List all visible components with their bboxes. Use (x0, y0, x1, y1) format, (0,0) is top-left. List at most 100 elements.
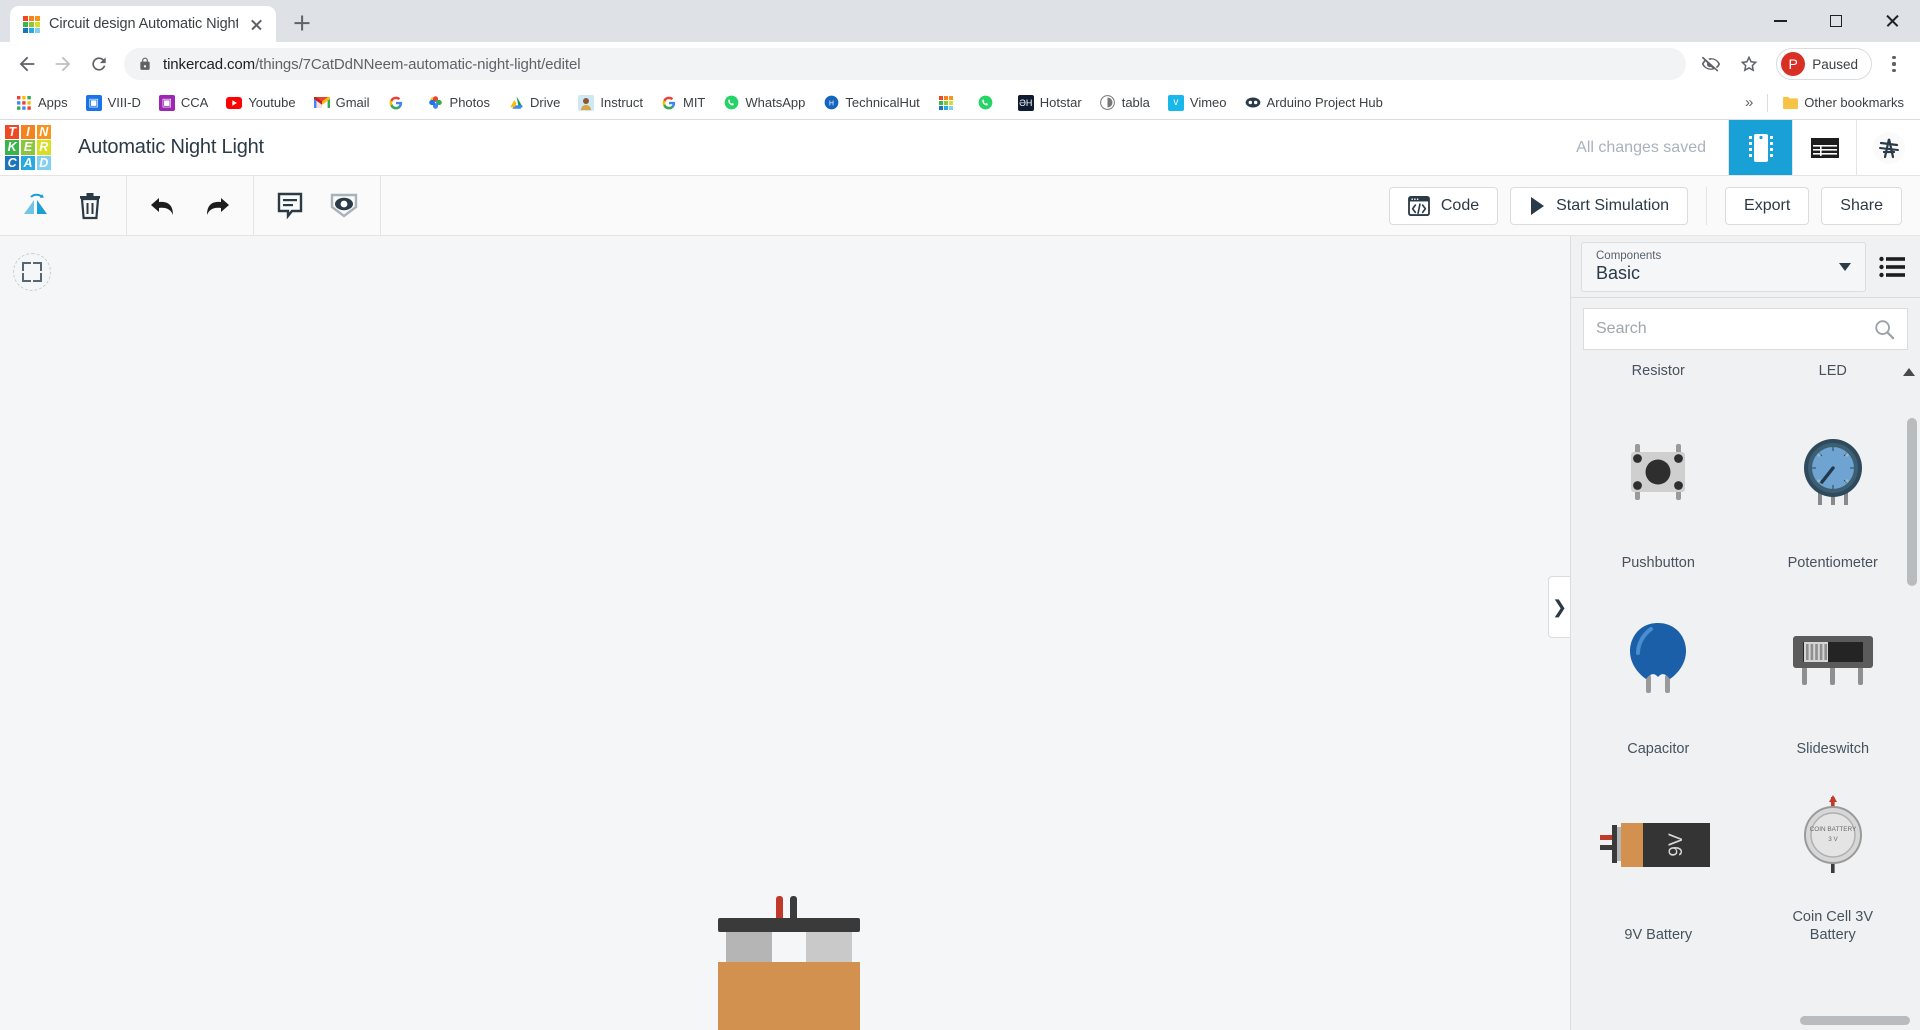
bookmark-item[interactable]: ▣ CCA (151, 91, 216, 115)
technicalhut-icon: H (823, 95, 839, 111)
bookmark-item[interactable]: Arduino Project Hub (1237, 91, 1391, 115)
bookmark-item[interactable]: WhatsApp (715, 91, 813, 115)
profile-status: Paused (1812, 57, 1858, 72)
component-9v-battery[interactable]: 9V 9V Battery (1571, 762, 1746, 948)
component-pushbutton[interactable]: Pushbutton (1571, 390, 1746, 576)
start-simulation-button[interactable]: Start Simulation (1510, 187, 1688, 225)
components-list-button[interactable] (1792, 120, 1856, 175)
address-bar[interactable]: tinkercad.com/things/7CatDdNNeem-automat… (124, 48, 1686, 80)
back-button[interactable] (10, 47, 44, 81)
component-label: 9V Battery (1624, 926, 1692, 944)
components-category-dropdown[interactable]: Components Basic (1581, 242, 1866, 292)
undo-button[interactable] (141, 184, 185, 228)
visibility-button[interactable] (322, 184, 366, 228)
component-label: Resistor (1632, 362, 1685, 380)
other-bookmarks-button[interactable]: Other bookmarks (1774, 91, 1912, 115)
bookmark-item[interactable]: Gmail (306, 91, 378, 115)
new-tab-button[interactable] (285, 6, 319, 40)
logo-tile: R (37, 140, 51, 154)
export-button[interactable]: Export (1725, 187, 1809, 225)
minimize-button[interactable] (1752, 0, 1808, 42)
redo-button[interactable] (195, 184, 239, 228)
bookmark-item[interactable]: Drive (500, 91, 568, 115)
chrome-menu-button[interactable] (1878, 47, 1910, 81)
bookmark-item[interactable]: Photos (420, 91, 498, 115)
bookmark-item[interactable]: Youtube (218, 91, 303, 115)
profile-button[interactable]: P Paused (1776, 48, 1872, 80)
bookmark-item[interactable]: Instruct (570, 91, 651, 115)
bookmark-item[interactable]: Apps (8, 91, 76, 115)
dropdown-value: Basic (1596, 263, 1661, 284)
bookmark-label: tabla (1122, 95, 1150, 110)
close-icon[interactable] (247, 15, 266, 34)
rotate-button[interactable] (14, 184, 58, 228)
circuits-view-button[interactable] (1728, 120, 1792, 175)
autodesk-account-button[interactable] (1856, 120, 1920, 175)
omnibox-row: tinkercad.com/things/7CatDdNNeem-automat… (0, 42, 1920, 86)
list-view-button[interactable] (1874, 249, 1910, 285)
bookmark-item[interactable] (970, 91, 1008, 115)
bookmark-item[interactable]: H TechnicalHut (815, 91, 927, 115)
component-slideswitch[interactable]: Slideswitch (1746, 576, 1920, 762)
run-tools: Code Start Simulation (1371, 187, 1706, 225)
bookmark-star-icon[interactable] (1732, 47, 1766, 81)
bookmark-label: Apps (38, 95, 68, 110)
share-button[interactable]: Share (1821, 187, 1902, 225)
app-body: 9V ❯ Components Basic (0, 236, 1920, 1030)
code-button[interactable]: Code (1389, 187, 1498, 225)
bookmark-label: CCA (181, 95, 208, 110)
panel-vertical-scrollbar[interactable] (1907, 418, 1917, 586)
panel-horizontal-scrollbar[interactable] (1800, 1016, 1910, 1025)
components-scroll-area[interactable]: Resistor LED (1571, 362, 1920, 1030)
bookmark-item[interactable] (380, 91, 418, 115)
tinkercad-logo[interactable]: T I N K E R C A D (0, 120, 56, 175)
fit-view-button[interactable] (13, 253, 51, 291)
bookmark-label: MIT (683, 95, 705, 110)
component-label: LED (1819, 362, 1847, 380)
eye-slash-icon[interactable] (1694, 47, 1728, 81)
component-resistor[interactable]: Resistor (1571, 362, 1746, 390)
delete-button[interactable] (68, 184, 112, 228)
circuit-canvas[interactable]: 9V (0, 236, 1570, 1030)
page-title[interactable]: Automatic Night Light (56, 120, 264, 175)
logo-tile: E (21, 140, 35, 154)
search-box[interactable] (1583, 308, 1908, 350)
maximize-button[interactable] (1808, 0, 1864, 42)
browser-tab[interactable]: Circuit design Automatic Night Li (10, 6, 276, 42)
nine-volt-battery[interactable]: 9V (718, 896, 860, 1030)
forward-button[interactable] (46, 47, 80, 81)
tab-title: Circuit design Automatic Night Li (49, 16, 238, 32)
reload-button[interactable] (82, 47, 116, 81)
url-path: /things/7CatDdNNeem-automatic-night-ligh… (255, 56, 580, 73)
scroll-up-arrow-icon[interactable] (1903, 368, 1915, 376)
search-input[interactable] (1596, 320, 1873, 338)
component-coin-cell-battery[interactable]: COIN BATTERY 3 V Coin Cell 3V Battery (1746, 762, 1920, 948)
save-status: All changes saved (1576, 120, 1728, 175)
notes-button[interactable] (268, 184, 312, 228)
code-button-label: Code (1441, 197, 1479, 215)
potentiometer-icon (1746, 390, 1920, 554)
component-led[interactable]: LED (1746, 362, 1920, 390)
close-window-button[interactable] (1864, 0, 1920, 42)
tab-strip: Circuit design Automatic Night Li (0, 0, 1920, 42)
chevron-down-icon (1839, 263, 1851, 271)
bookmark-item[interactable]: ▣ VIII-D (78, 91, 149, 115)
bookmark-item[interactable] (930, 91, 968, 115)
classroom-icon: ▣ (159, 95, 175, 111)
negative-wire[interactable] (790, 896, 797, 918)
bookmark-item[interactable]: MIT (653, 91, 713, 115)
history-tools-group (127, 176, 254, 235)
bookmark-item[interactable]: v Vimeo (1160, 91, 1235, 115)
search-icon[interactable] (1873, 318, 1895, 340)
start-simulation-label: Start Simulation (1556, 197, 1669, 215)
panel-collapse-handle[interactable]: ❯ (1548, 576, 1570, 638)
component-potentiometer[interactable]: Potentiometer (1746, 390, 1920, 576)
bookmark-item[interactable]: ƏH Hotstar (1010, 91, 1090, 115)
bookmarks-overflow-button[interactable]: » (1737, 94, 1761, 111)
logo-tile: A (21, 156, 35, 170)
omnibox-actions: P Paused (1694, 47, 1910, 81)
positive-wire[interactable] (776, 896, 783, 918)
battery-terminals (718, 932, 860, 962)
bookmark-item[interactable]: tabla (1092, 91, 1158, 115)
component-capacitor[interactable]: Capacitor (1571, 576, 1746, 762)
